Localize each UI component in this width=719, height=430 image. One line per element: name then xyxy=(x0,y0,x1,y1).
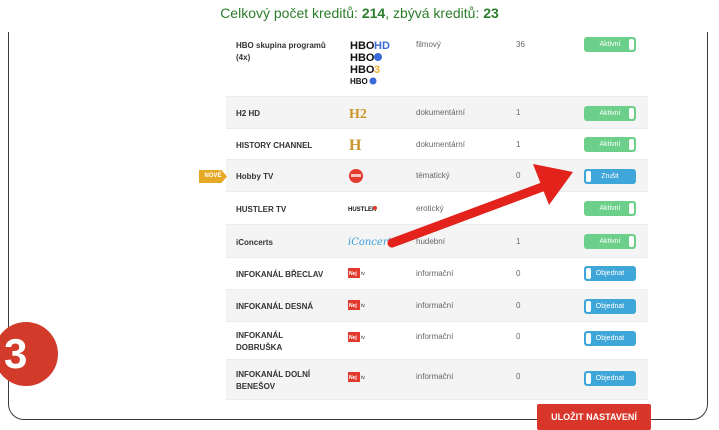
save-settings-button[interactable]: ULOŽIT NASTAVENÍ xyxy=(537,404,651,430)
red-arrow-annotation xyxy=(387,164,573,248)
